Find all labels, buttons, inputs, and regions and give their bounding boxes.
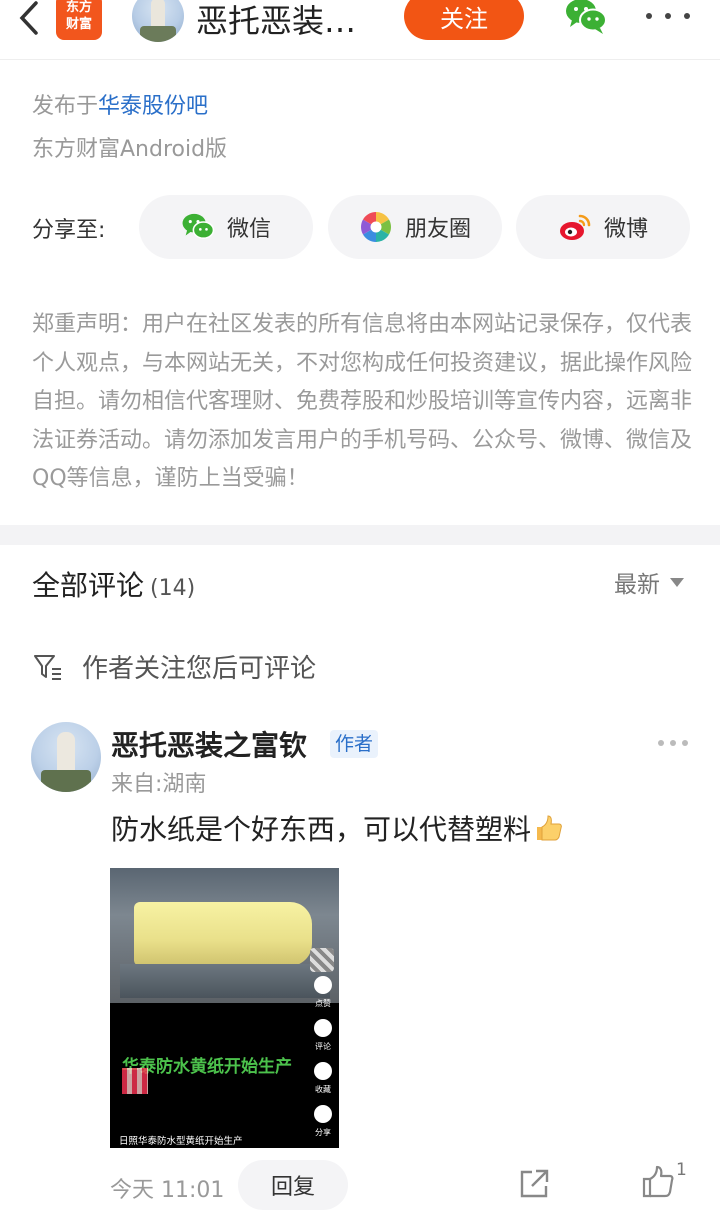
comment-text: 防水纸是个好东西，可以代替塑料 — [111, 808, 563, 848]
thumbs-up-emoji-icon — [537, 815, 562, 841]
follow-button[interactable]: 关注 — [404, 0, 524, 40]
bar-link[interactable]: 华泰股份吧 — [98, 94, 208, 119]
heart-icon — [314, 976, 332, 994]
share-wechat-button[interactable]: 微信 — [139, 195, 313, 259]
top-bar: 东方 财富 恶托恶装… 关注 — [0, 0, 720, 60]
author-avatar[interactable] — [132, 0, 184, 42]
video-side-actions: 点赞 评论 收藏 分享 — [310, 976, 336, 1144]
back-button[interactable] — [14, 0, 44, 36]
side-label-like: 点赞 — [315, 999, 331, 1008]
notice-text: 作者关注您后可评论 — [82, 654, 317, 684]
video-caption: 日照华泰防水型黄纸开始生产 — [119, 1136, 243, 1147]
chevron-left-icon — [19, 1, 38, 35]
side-label-share: 分享 — [315, 1128, 331, 1137]
comment-bubble-icon — [314, 1019, 332, 1037]
disclaimer-text: 郑重声明：用户在社区发表的所有信息将由本网站记录保存，仅代表个人观点，与本网站无… — [32, 312, 693, 491]
comment-location: 来自:湖南 — [111, 772, 207, 797]
share-icon[interactable] — [516, 1166, 552, 1202]
more-dots-icon[interactable] — [646, 0, 690, 32]
sort-label: 最新 — [614, 572, 660, 598]
publish-client: 东方财富Android版 — [32, 137, 228, 162]
comment-video-thumbnail[interactable]: 点赞 评论 收藏 分享 华泰防水黄纸开始生产 日照华泰防水型黄纸开始生产 — [110, 868, 339, 1148]
side-label-comment: 评论 — [315, 1042, 331, 1051]
comment-time: 今天 11:01 — [110, 1178, 225, 1203]
comments-count: (14) — [150, 576, 196, 601]
share-weibo-button[interactable]: 微博 — [516, 195, 690, 259]
logo-line1: 东方 — [65, 0, 92, 15]
triangle-down-icon — [670, 577, 684, 587]
comment-more-icon[interactable] — [658, 738, 688, 748]
filter-icon — [34, 654, 61, 680]
share-moments-label: 朋友圈 — [404, 217, 471, 242]
comments-heading: 全部评论 (14) — [32, 564, 195, 604]
section-divider — [0, 525, 720, 545]
publish-info: 发布于华泰股份吧 — [32, 88, 208, 120]
star-icon — [314, 1062, 332, 1080]
commenter-avatar[interactable] — [31, 722, 101, 792]
moments-icon — [360, 212, 391, 242]
app-logo[interactable]: 东方 财富 — [56, 0, 102, 40]
wechat-icon — [182, 213, 215, 239]
share-moments-button[interactable]: 朋友圈 — [328, 195, 502, 259]
like-count: 1 — [676, 1160, 687, 1180]
commenter-name[interactable]: 恶托恶装之富钦 — [111, 724, 307, 764]
publish-prefix: 发布于 — [32, 94, 99, 119]
author-badge: 作者 — [330, 730, 379, 758]
comments-title: 全部评论 — [32, 569, 145, 602]
share-arrow-icon — [314, 1105, 332, 1123]
share-wechat-label: 微信 — [226, 217, 271, 242]
reply-button[interactable]: 回复 — [238, 1160, 348, 1210]
paper-roll-image — [134, 902, 312, 966]
comment-body: 防水纸是个好东西，可以代替塑料 — [111, 813, 532, 846]
side-label-favorite: 收藏 — [315, 1085, 331, 1094]
wechat-icon[interactable] — [564, 0, 608, 36]
logo-line2: 财富 — [65, 17, 92, 32]
share-weibo-label: 微博 — [603, 217, 648, 242]
sort-dropdown[interactable]: 最新 — [614, 565, 684, 599]
comment-restriction-notice: 作者关注您后可评论 — [32, 648, 316, 685]
share-label: 分享至: — [32, 218, 106, 243]
post-title: 恶托恶装… — [196, 2, 357, 40]
weibo-icon — [559, 214, 591, 240]
thumbs-up-icon[interactable] — [640, 1164, 676, 1200]
